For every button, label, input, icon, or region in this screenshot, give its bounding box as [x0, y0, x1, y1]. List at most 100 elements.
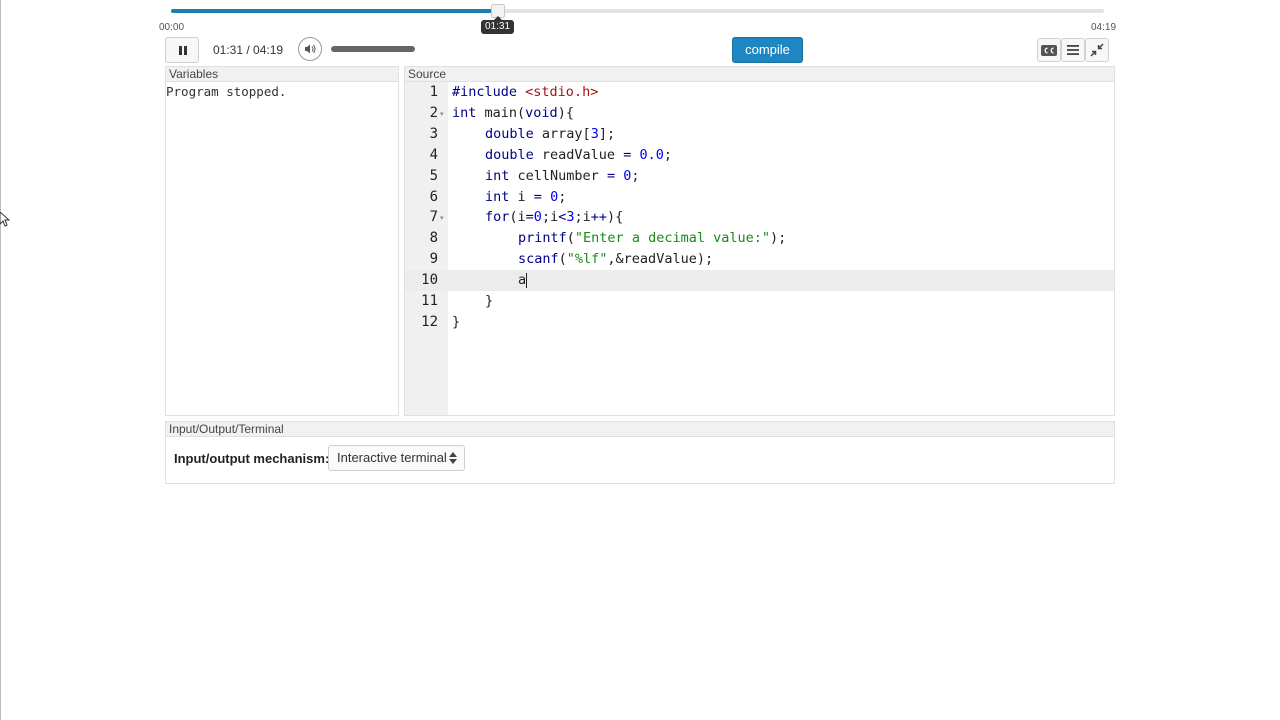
code-token: (: [558, 251, 567, 268]
closed-captions-button[interactable]: [1037, 38, 1061, 62]
line-number: 11: [421, 293, 438, 309]
time-tooltip: 01:31: [481, 16, 515, 34]
code-token: ;i: [574, 209, 591, 226]
code-token: =: [606, 167, 616, 184]
code-token: ;: [663, 146, 672, 163]
code-token: ++: [590, 209, 608, 226]
code-line: int main(void){: [452, 105, 574, 121]
code-token: i: [509, 188, 534, 205]
code-token: "%lf": [566, 251, 608, 268]
time-end-label: 04:19: [1091, 22, 1117, 33]
code-token: #include: [452, 84, 518, 100]
collapse-button[interactable]: [1085, 38, 1109, 62]
line-number: 8: [429, 230, 438, 247]
io-mechanism-value: Interactive terminal: [337, 450, 447, 465]
code-line: int cellNumber = 0;: [485, 168, 640, 184]
pause-button[interactable]: [165, 37, 199, 63]
code-token: double: [485, 146, 534, 163]
code-token: printf: [518, 230, 567, 247]
line-number: 6: [429, 188, 438, 205]
volume-button[interactable]: [298, 37, 322, 61]
line-number: 4: [429, 146, 438, 163]
line-number: 9: [429, 251, 438, 268]
code-line: #include <stdio.h>: [452, 84, 598, 100]
fold-toggle-icon[interactable]: ▾: [440, 110, 444, 118]
text-caret: [526, 273, 527, 288]
code-token: ){: [557, 104, 574, 121]
code-token: =: [533, 188, 542, 205]
menu-icon: [1067, 45, 1079, 55]
speaker-icon: [305, 44, 316, 54]
code-token: array[: [533, 125, 591, 142]
code-token: ;i: [541, 209, 559, 226]
code-token: double: [485, 125, 534, 142]
code-token: 0.0: [639, 146, 664, 163]
fold-toggle-icon[interactable]: ▾: [440, 214, 444, 222]
line-number: 10: [421, 272, 438, 289]
code-token: scanf: [518, 251, 559, 268]
code-token: readValue: [533, 146, 624, 163]
line-number: 5: [429, 167, 438, 184]
code-line: }: [452, 314, 460, 330]
code-token: for: [485, 209, 510, 226]
variables-status: Program stopped.: [166, 84, 287, 99]
code-line: double array[3];: [485, 126, 615, 142]
code-token: (i: [509, 209, 526, 226]
code-token: ,&readValue);: [607, 251, 714, 268]
sort-arrows-icon: [449, 452, 457, 464]
code-token: a: [518, 272, 527, 289]
code-token: }: [452, 313, 461, 330]
io-panel-title: Input/Output/Terminal: [165, 421, 1115, 437]
code-line: scanf("%lf",&readValue);: [518, 251, 713, 267]
code-line: }: [485, 293, 493, 309]
line-number: 1: [429, 84, 438, 100]
code-token: (: [566, 230, 575, 247]
code-token: 3: [590, 125, 599, 142]
video-progress-bar[interactable]: [171, 9, 1104, 13]
code-token: );: [770, 230, 787, 247]
code-token: main(: [476, 104, 526, 121]
code-token: =: [525, 209, 534, 226]
code-token: void: [525, 104, 558, 121]
source-panel-title: Source: [404, 66, 1115, 82]
io-mechanism-select[interactable]: Interactive terminal: [328, 445, 465, 471]
code-token: cellNumber: [509, 167, 607, 184]
code-token: 0: [533, 209, 542, 226]
io-mechanism-label: Input/output mechanism:: [174, 451, 330, 466]
line-number: 2: [429, 104, 438, 121]
code-token: "Enter a decimal value:": [574, 230, 770, 247]
variables-panel-title: Variables: [165, 66, 399, 82]
code-token: int: [485, 167, 510, 184]
menu-button[interactable]: [1061, 38, 1085, 62]
code-token: ){: [607, 209, 624, 226]
code-token: ;: [631, 167, 640, 184]
code-token: int: [485, 188, 510, 205]
variables-panel: [165, 66, 399, 416]
volume-slider[interactable]: [331, 46, 415, 52]
time-start-label: 00:00: [159, 22, 185, 33]
code-line: printf("Enter a decimal value:");: [518, 230, 786, 246]
time-readout: 01:31 / 04:19: [213, 43, 284, 57]
code-token: <stdio.h>: [525, 84, 599, 100]
line-number: 3: [429, 125, 438, 142]
progress-fill: [171, 9, 499, 13]
window-edge: [0, 0, 1, 720]
active-line-highlight: [405, 270, 1114, 291]
code-token: ];: [598, 125, 616, 142]
code-line: double readValue = 0.0;: [485, 147, 672, 163]
line-number: 12: [421, 313, 438, 330]
collapse-icon: [1090, 43, 1104, 57]
code-token: }: [485, 293, 494, 309]
closed-captions-icon: [1041, 45, 1057, 56]
code-token: 0: [550, 188, 559, 205]
code-token: ;: [558, 188, 567, 205]
code-line: int i = 0;: [485, 189, 566, 205]
code-line: for(i=0;i<3;i++){: [485, 209, 623, 225]
compile-button[interactable]: compile: [732, 37, 803, 63]
code-line: a: [518, 272, 526, 288]
code-token: int: [452, 104, 477, 121]
line-number: 7: [429, 209, 438, 226]
